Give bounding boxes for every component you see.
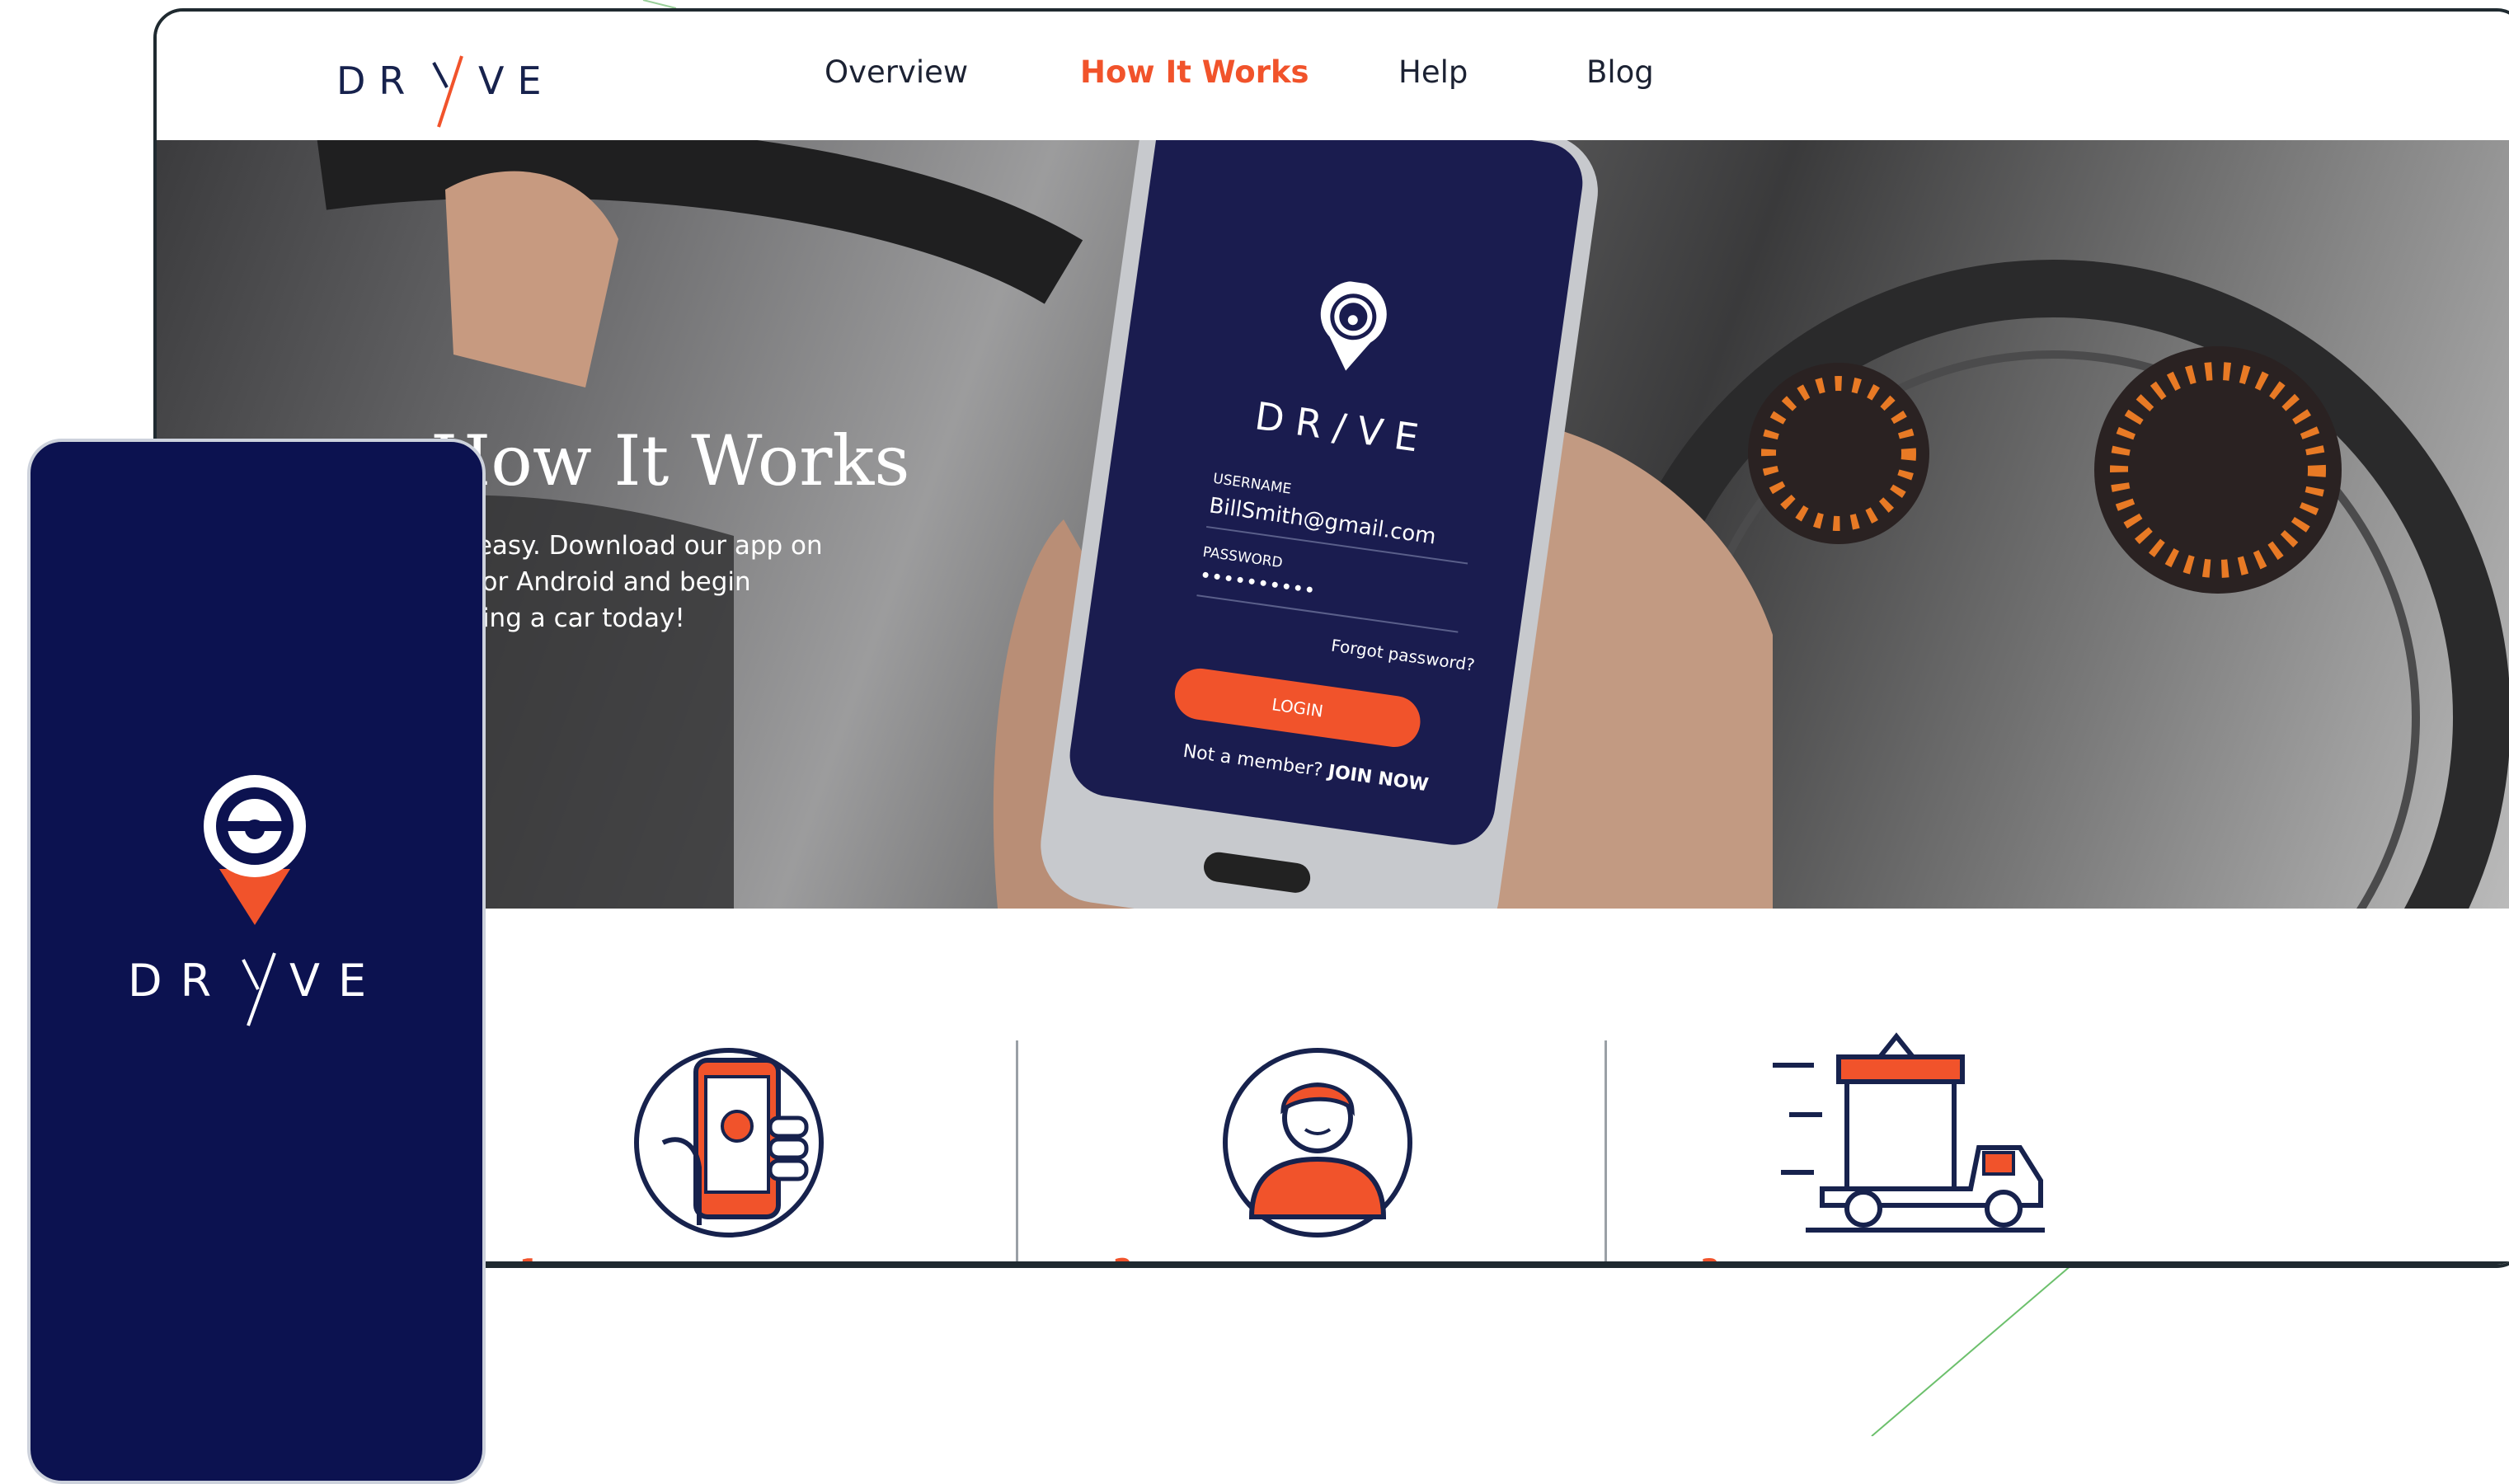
dryve-wordmark-white-icon: DR VE bbox=[128, 952, 384, 1026]
logo-left: DR bbox=[336, 59, 418, 103]
dryve-pin-logo-icon bbox=[204, 775, 306, 925]
step-2-number: 2 bbox=[1113, 1253, 1133, 1265]
dryve-logo[interactable]: DR VE bbox=[336, 48, 567, 128]
delivery-truck-icon bbox=[1773, 1032, 2045, 1233]
hero-banner: How It Works It's easy. Download our app… bbox=[157, 140, 2509, 909]
phone-app-icon bbox=[634, 1048, 824, 1237]
browser-window: DR VE Overview How It Works Help Blog Ho… bbox=[153, 8, 2509, 1268]
join-now-link[interactable]: JOIN NOW bbox=[1327, 762, 1430, 796]
section-bottom-rule bbox=[157, 1261, 2509, 1265]
person-icon bbox=[1223, 1048, 1412, 1237]
login-button[interactable]: LOGIN bbox=[1171, 665, 1424, 751]
splash-screen-phone: DR VE bbox=[27, 439, 486, 1484]
hero-description: It's easy. Download our app on iOS or An… bbox=[430, 531, 823, 633]
steps-section: 1 2 3 bbox=[157, 909, 2509, 1265]
login-logo-right: VE bbox=[1354, 407, 1433, 463]
splash-logo-right: VE bbox=[289, 955, 384, 1007]
nav-help[interactable]: Help bbox=[1398, 54, 1468, 90]
forgot-password-link[interactable]: Forgot password? bbox=[1330, 636, 1476, 675]
not-member-text: Not a member? JOIN NOW bbox=[1182, 740, 1430, 796]
nav-overview[interactable]: Overview bbox=[825, 54, 968, 90]
splash-wordmark: DR VE bbox=[128, 937, 392, 1027]
step-divider-2 bbox=[1605, 1040, 1607, 1265]
logo-right: VE bbox=[478, 59, 555, 103]
password-input[interactable]: •••••••••• bbox=[1196, 563, 1463, 633]
top-navigation: DR VE Overview How It Works Help Blog bbox=[157, 12, 2509, 140]
nav-how-it-works[interactable]: How It Works bbox=[1080, 54, 1309, 90]
dryve-wordmark-icon: DR VE bbox=[336, 55, 555, 128]
login-logo: DR/VE bbox=[1252, 393, 1433, 463]
phone-mockup: DR/VE USERNAME BillSmith@gmail.com PASSW… bbox=[981, 140, 1674, 909]
splash-logo-left: DR bbox=[128, 955, 229, 1007]
nav-blog[interactable]: Blog bbox=[1586, 54, 1654, 90]
step-3-number: 3 bbox=[1700, 1253, 1720, 1265]
login-logo-left: DR bbox=[1252, 393, 1337, 448]
hero-title: How It Works bbox=[430, 420, 910, 501]
step-1-number: 1 bbox=[519, 1253, 539, 1265]
steering-pin-icon bbox=[1320, 281, 1387, 371]
username-label: USERNAME bbox=[1211, 470, 1293, 498]
step-divider-1 bbox=[1016, 1040, 1018, 1265]
